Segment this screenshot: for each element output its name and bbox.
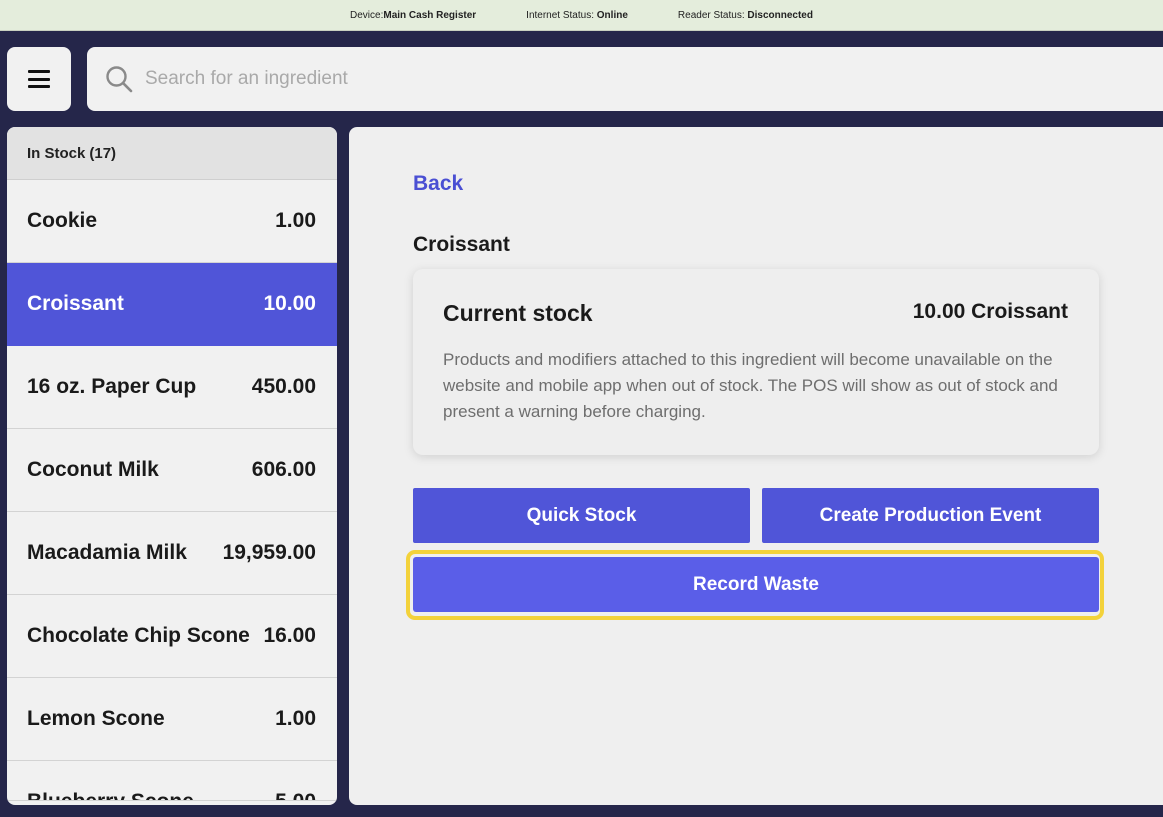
search-icon xyxy=(106,66,133,93)
list-item-paper-cup[interactable]: 16 oz. Paper Cup 450.00 xyxy=(7,346,337,429)
list-header: In Stock (17) xyxy=(7,127,337,180)
menu-button[interactable] xyxy=(7,47,71,111)
list-item-name: Lemon Scone xyxy=(27,707,165,730)
list-item-lemon-scone[interactable]: Lemon Scone 1.00 xyxy=(7,678,337,761)
list-item-macadamia-milk[interactable]: Macadamia Milk 19,959.00 xyxy=(7,512,337,595)
ingredient-title: Croissant xyxy=(413,233,510,256)
status-bar: Device:Main Cash Register Internet Statu… xyxy=(0,0,1163,31)
list-item-name: Chocolate Chip Scone xyxy=(27,624,250,647)
ingredient-list-panel: In Stock (17) Cookie 1.00 Croissant 10.00… xyxy=(7,127,337,805)
list-item-blueberry-scone[interactable]: Blueberry Scone 5.00 xyxy=(7,761,337,801)
device-status-label: Device: xyxy=(350,9,384,21)
list-item-name: Macadamia Milk xyxy=(27,541,187,564)
list-item-quantity: 10.00 xyxy=(263,292,316,315)
list-item-quantity: 606.00 xyxy=(251,458,316,481)
search-input[interactable] xyxy=(145,68,945,90)
reader-status-label: Reader Status: xyxy=(677,9,745,21)
current-stock-value: 10.00 Croissant xyxy=(912,300,1068,323)
reader-status: Reader Status: Disconnected xyxy=(678,10,813,21)
list-item-name: Blueberry Scone xyxy=(27,790,194,800)
reader-status-value: Disconnected xyxy=(747,9,813,21)
list-item-croissant[interactable]: Croissant 10.00 xyxy=(7,263,337,346)
quick-stock-button[interactable]: Quick Stock xyxy=(413,488,750,543)
current-stock-label: Current stock xyxy=(443,300,593,326)
list-header-label: In Stock xyxy=(27,144,86,162)
current-stock-card: Current stock 10.00 Croissant Products a… xyxy=(413,269,1099,455)
list-header-count: (17) xyxy=(89,144,117,162)
back-link[interactable]: Back xyxy=(413,172,463,196)
device-status: Device:Main Cash Register xyxy=(350,10,476,21)
list-item-cookie[interactable]: Cookie 1.00 xyxy=(7,180,337,263)
list-item-name: Croissant xyxy=(27,292,124,315)
device-status-value: Main Cash Register xyxy=(383,9,477,21)
stock-description: Products and modifiers attached to this … xyxy=(443,350,1058,421)
record-waste-button[interactable]: Record Waste xyxy=(413,557,1099,612)
list-item-name: 16 oz. Paper Cup xyxy=(27,375,197,398)
list-item-quantity: 450.00 xyxy=(251,375,316,398)
internet-status-value: Online xyxy=(596,9,628,21)
list-item-quantity: 19,959.00 xyxy=(222,541,316,564)
list-item-name: Coconut Milk xyxy=(27,458,159,481)
ingredient-detail-panel: Back Croissant Current stock 10.00 Crois… xyxy=(349,127,1163,805)
list-item-chocolate-chip-scone[interactable]: Chocolate Chip Scone 16.00 xyxy=(7,595,337,678)
list-item-quantity: 1.00 xyxy=(275,209,316,232)
list-item-quantity: 1.00 xyxy=(275,707,316,730)
list-item-coconut-milk[interactable]: Coconut Milk 606.00 xyxy=(7,429,337,512)
list-item-name: Cookie xyxy=(27,209,98,232)
list-item-quantity: 16.00 xyxy=(263,624,316,647)
internet-status-label: Internet Status: xyxy=(526,9,594,21)
create-production-event-button[interactable]: Create Production Event xyxy=(762,488,1099,543)
search-bar[interactable] xyxy=(87,47,1163,111)
internet-status: Internet Status: Online xyxy=(526,10,628,21)
hamburger-menu-icon xyxy=(28,70,50,88)
list-item-quantity: 5.00 xyxy=(275,790,316,800)
